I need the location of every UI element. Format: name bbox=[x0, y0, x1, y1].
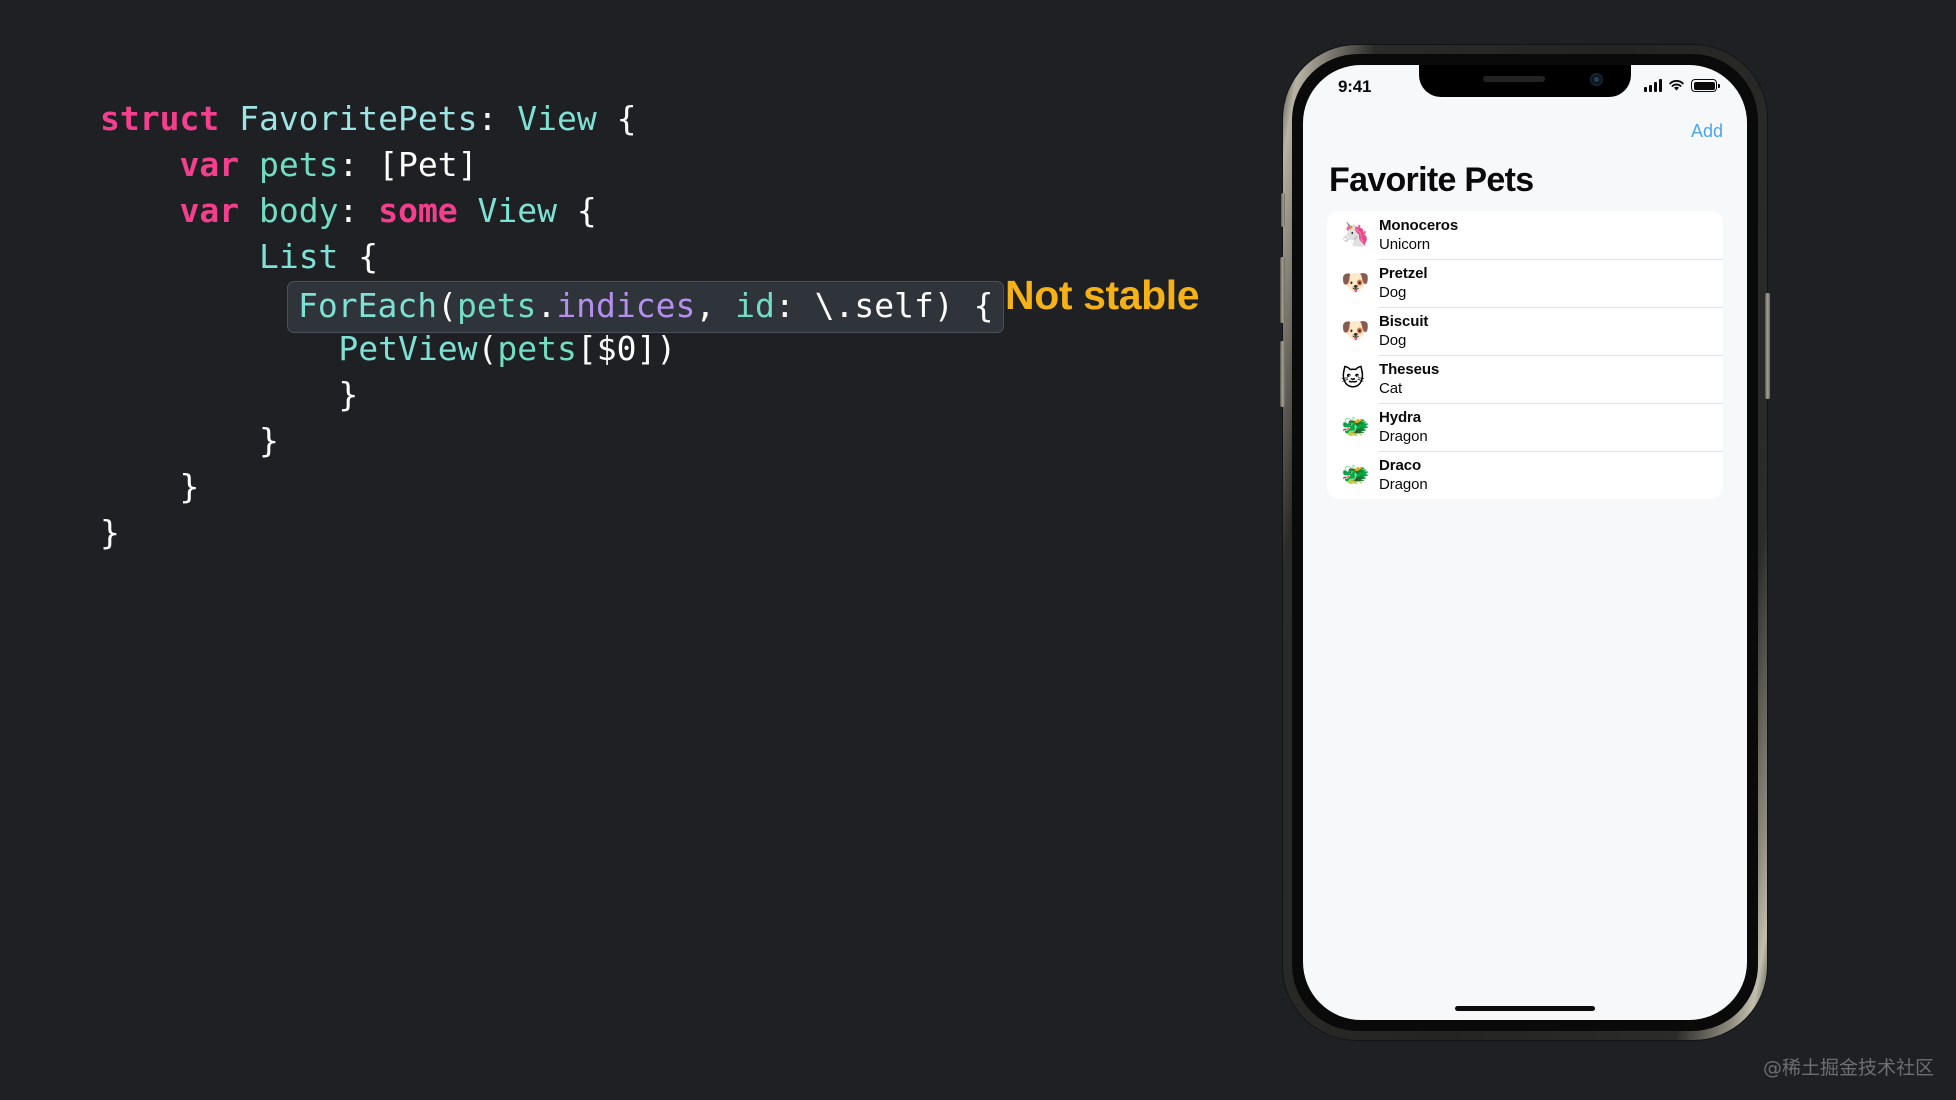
code-line: var body: some View { bbox=[100, 188, 676, 234]
code-token: ( bbox=[437, 286, 457, 325]
battery-icon bbox=[1691, 79, 1720, 92]
pet-kind: Dragon bbox=[1379, 428, 1428, 445]
pet-kind: Dog bbox=[1379, 284, 1407, 301]
code-token: . bbox=[536, 286, 557, 325]
code-line: } bbox=[100, 464, 676, 510]
dragon-face-emoji: 🐲 bbox=[1341, 461, 1370, 488]
code-token: } bbox=[100, 467, 200, 506]
watermark: @稀土掘金技术社区 bbox=[1762, 1057, 1934, 1079]
earpiece-speaker-icon bbox=[1483, 76, 1545, 82]
pet-name: Pretzel bbox=[1379, 265, 1428, 282]
pet-text: Pretzel Dog bbox=[1379, 264, 1428, 302]
volume-up-button[interactable] bbox=[1280, 257, 1285, 323]
code-token: { bbox=[596, 99, 637, 138]
code-token: ForEach bbox=[298, 286, 438, 325]
code-line: } bbox=[100, 510, 676, 556]
code-token: View bbox=[517, 99, 597, 138]
cellular-signal-icon bbox=[1644, 79, 1662, 92]
pet-list-item[interactable]: 🐲 Draco Dragon bbox=[1327, 451, 1723, 499]
code-token: View bbox=[477, 191, 558, 230]
code-token: : bbox=[338, 191, 379, 230]
code-token: List bbox=[258, 237, 339, 276]
pet-kind: Unicorn bbox=[1379, 236, 1430, 253]
pet-list-item[interactable]: 🐲 Hydra Dragon bbox=[1327, 403, 1723, 451]
iphone-mockup: 9:41 Add Favorite Pets 🦄 Monoceros Unicorn… bbox=[1280, 45, 1770, 1040]
pet-list[interactable]: 🦄 Monoceros Unicorn 🐶 Pretzel Dog 🐶 Biscuit Dog 🐱… bbox=[1327, 211, 1723, 499]
code-line: List { bbox=[100, 234, 676, 280]
battery-fill bbox=[1693, 81, 1715, 90]
code-line: } bbox=[100, 418, 676, 464]
dog-face-emoji: 🐶 bbox=[1341, 269, 1370, 296]
code-token: : \.self) { bbox=[774, 286, 994, 325]
pet-kind: Dragon bbox=[1379, 476, 1428, 493]
code-token: } bbox=[100, 513, 120, 552]
code-token: ( bbox=[477, 329, 498, 368]
pet-list-item[interactable]: 🐱 Theseus Cat bbox=[1327, 355, 1723, 403]
cat-face-emoji: 🐱 bbox=[1341, 365, 1365, 392]
code-token: [$0]) bbox=[576, 329, 677, 368]
code-token: indices bbox=[556, 286, 696, 325]
pet-name: Hydra bbox=[1379, 409, 1422, 426]
code-line: var pets: [Pet] bbox=[100, 142, 676, 188]
code-token: } bbox=[100, 421, 279, 460]
code-line: } bbox=[100, 372, 676, 418]
code-token: id bbox=[735, 286, 775, 325]
code-panel: struct FavoritePets: View { var pets: [P… bbox=[0, 0, 1280, 1100]
page-title: Favorite Pets bbox=[1329, 161, 1534, 199]
volume-down-button[interactable] bbox=[1280, 341, 1285, 407]
pet-list-item[interactable]: 🐶 Pretzel Dog bbox=[1327, 259, 1723, 307]
home-indicator[interactable] bbox=[1455, 1006, 1595, 1011]
code-token: : bbox=[477, 99, 518, 138]
pet-text: Hydra Dragon bbox=[1379, 408, 1428, 446]
code-token: } bbox=[100, 375, 359, 414]
pet-text: Draco Dragon bbox=[1379, 456, 1428, 494]
mute-switch-button[interactable] bbox=[1281, 193, 1285, 227]
phone-screen: 9:41 Add Favorite Pets 🦄 Monoceros Unicorn… bbox=[1303, 65, 1747, 1020]
status-bar-time: 9:41 bbox=[1338, 77, 1372, 96]
code-token: pets bbox=[456, 286, 537, 325]
status-bar-indicators bbox=[1644, 79, 1720, 92]
pet-kind: Cat bbox=[1379, 380, 1403, 397]
wifi-icon bbox=[1669, 80, 1684, 91]
code-token: { bbox=[557, 191, 597, 230]
pet-text: Monoceros Unicorn bbox=[1379, 216, 1458, 254]
code-token: var bbox=[179, 191, 259, 230]
unicorn-emoji: 🦄 bbox=[1341, 221, 1370, 248]
code-token: pets bbox=[497, 329, 577, 368]
code-token: pets bbox=[258, 145, 339, 184]
add-button[interactable]: Add bbox=[1691, 121, 1723, 142]
pet-list-item[interactable]: 🐶 Biscuit Dog bbox=[1327, 307, 1723, 355]
dog-face-emoji: 🐶 bbox=[1341, 317, 1370, 344]
power-button[interactable] bbox=[1765, 293, 1770, 399]
pet-name: Theseus bbox=[1379, 361, 1440, 378]
code-token: : [Pet] bbox=[338, 145, 478, 184]
pet-name: Biscuit bbox=[1379, 313, 1429, 330]
highlighted-foreach-line[interactable]: ForEach(pets.indices, id: \.self) { bbox=[287, 281, 1005, 333]
front-camera-icon bbox=[1590, 73, 1603, 86]
pet-name: Draco bbox=[1379, 457, 1422, 474]
code-token: FavoritePets bbox=[239, 99, 478, 138]
code-token: body bbox=[258, 191, 339, 230]
navigation-bar: Add bbox=[1303, 109, 1747, 153]
pet-list-item[interactable]: 🦄 Monoceros Unicorn bbox=[1327, 211, 1723, 259]
annotation-not-stable-label: Not stable bbox=[1005, 272, 1200, 318]
pet-text: Theseus Cat bbox=[1379, 360, 1439, 398]
dragon-face-emoji: 🐲 bbox=[1341, 413, 1370, 440]
code-token: , bbox=[695, 286, 736, 325]
pet-kind: Dog bbox=[1379, 332, 1407, 349]
code-token: struct bbox=[100, 99, 240, 138]
pet-name: Monoceros bbox=[1379, 217, 1459, 234]
code-token: { bbox=[338, 237, 379, 276]
pet-text: Biscuit Dog bbox=[1379, 312, 1428, 350]
code-line: struct FavoritePets: View { bbox=[100, 96, 676, 142]
code-token: some bbox=[378, 191, 478, 230]
notch bbox=[1419, 65, 1631, 97]
code-token: PetView bbox=[338, 329, 478, 368]
code-token: var bbox=[179, 145, 259, 184]
